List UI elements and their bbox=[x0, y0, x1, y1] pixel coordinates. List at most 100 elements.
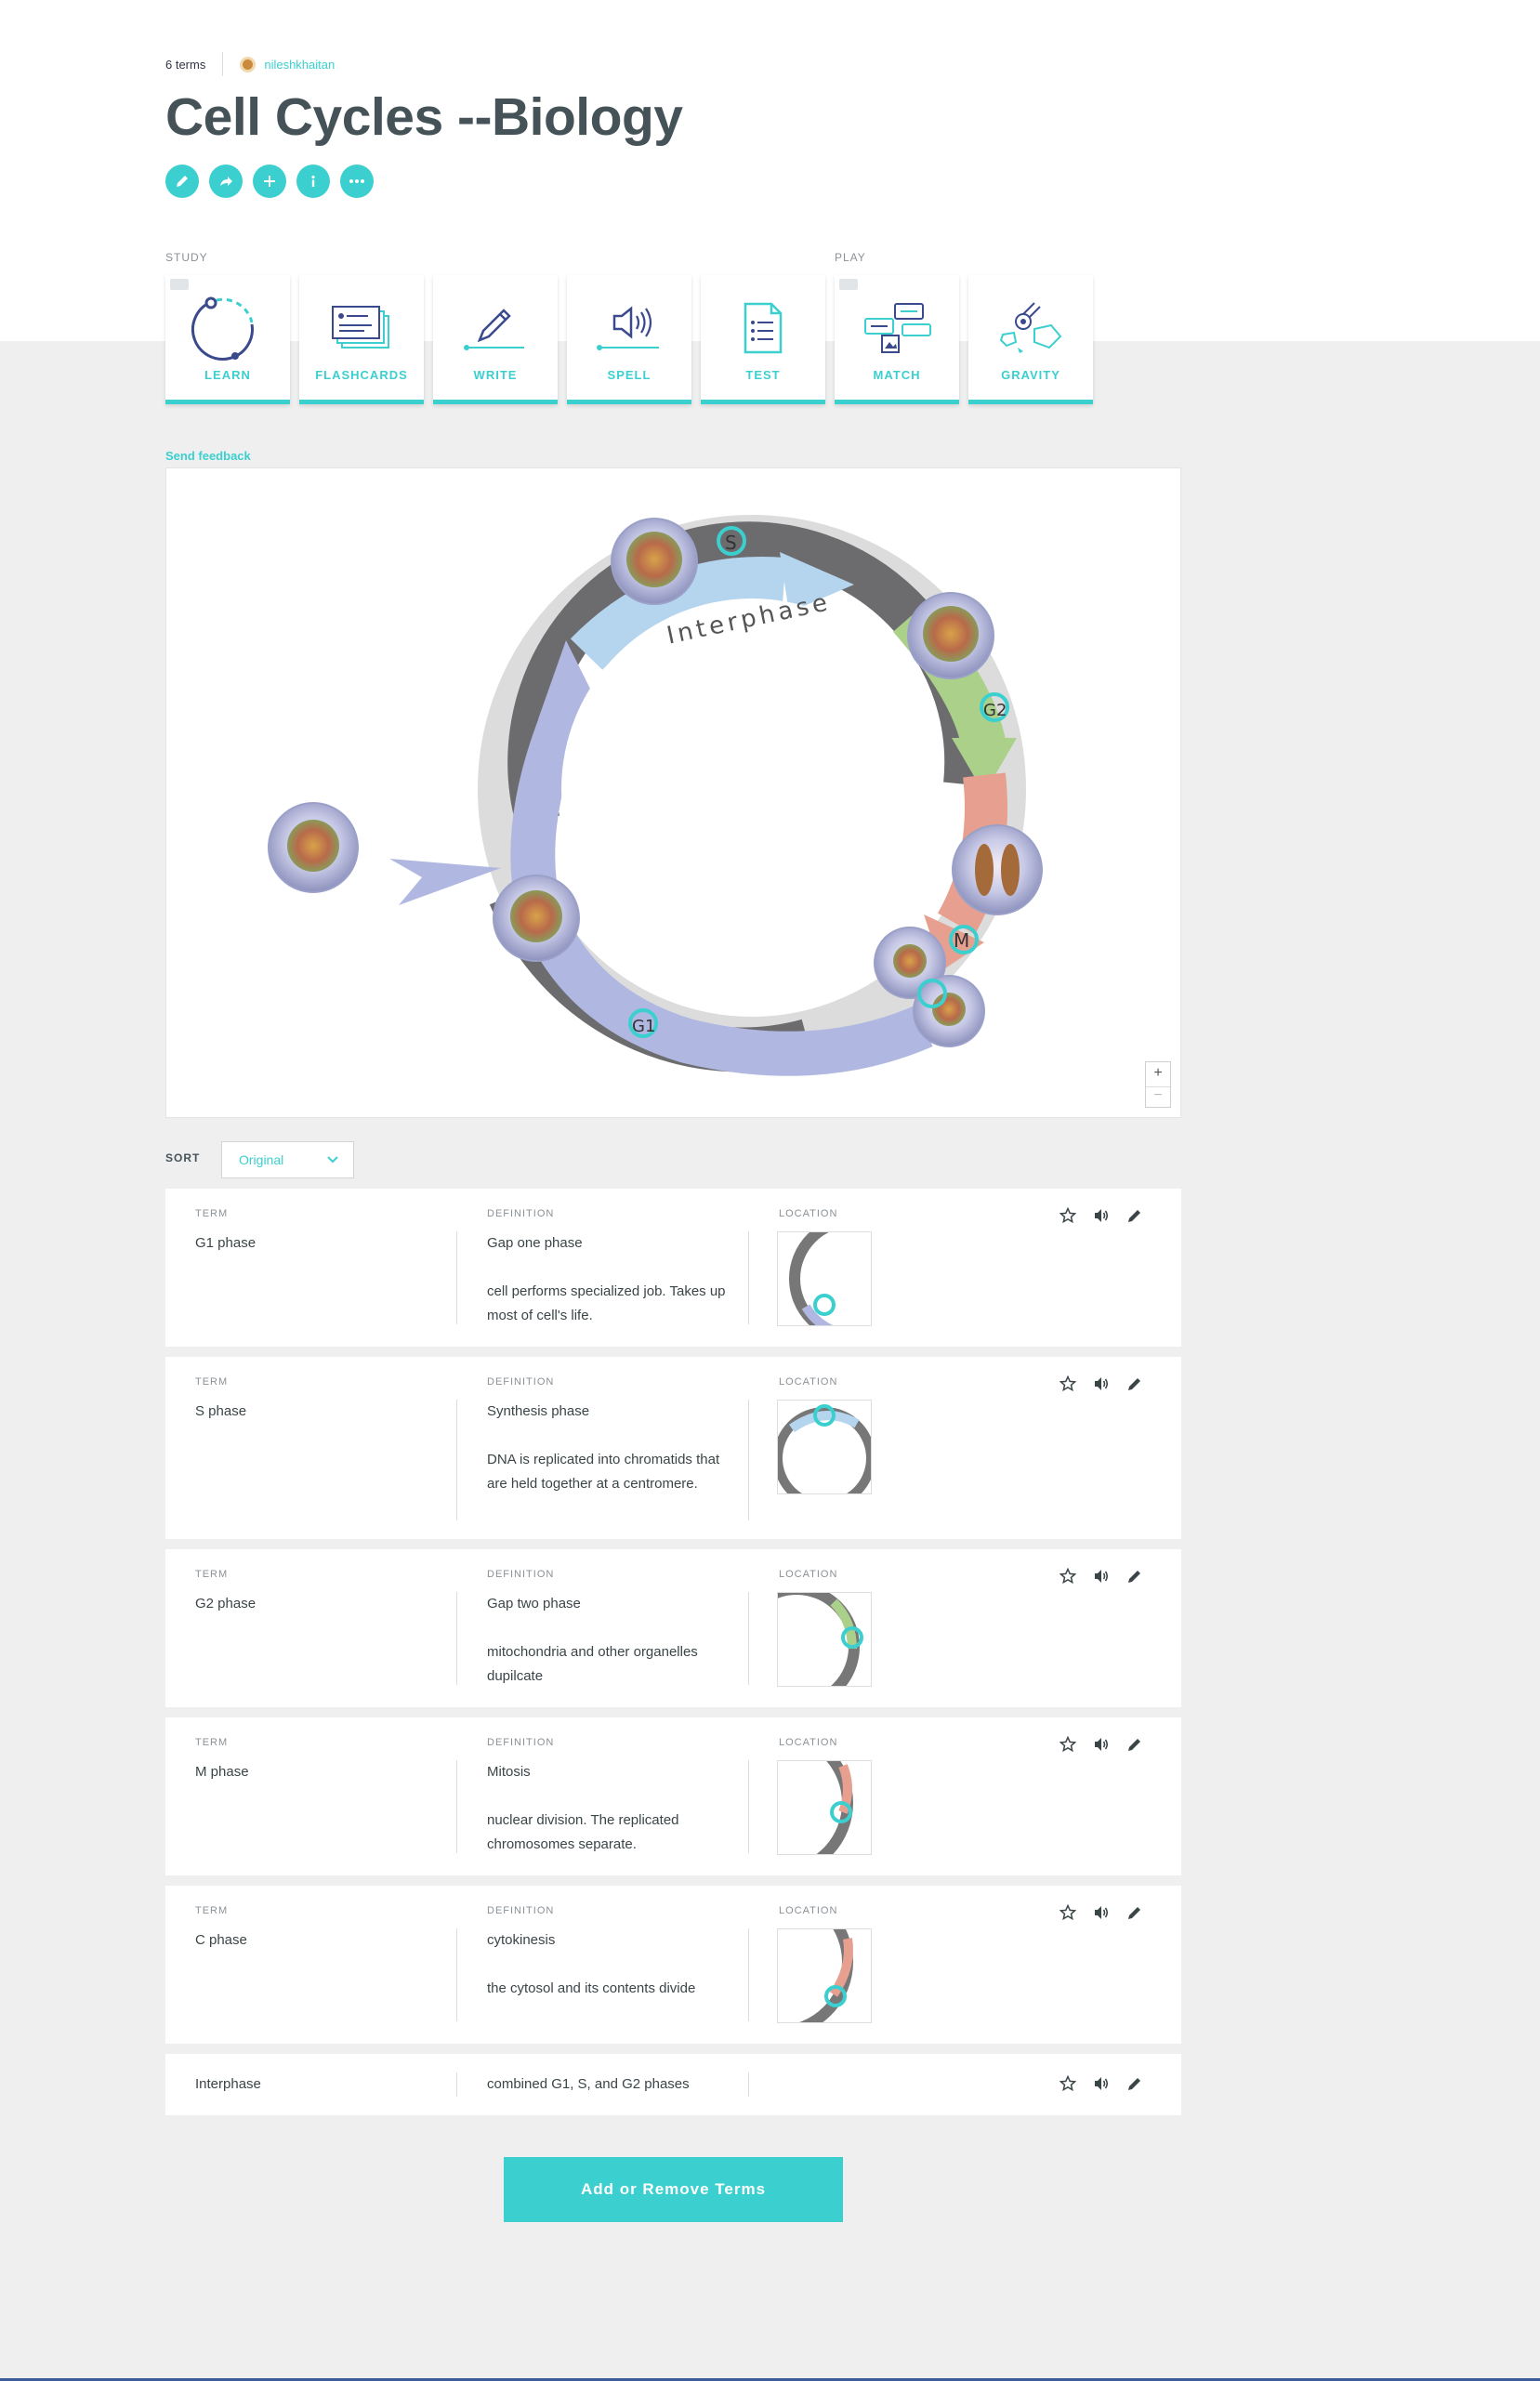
term-actions bbox=[1059, 2074, 1144, 2093]
share-button[interactable] bbox=[209, 164, 243, 198]
chevron-down-icon bbox=[327, 1156, 338, 1164]
mode-spell[interactable]: SPELL bbox=[567, 275, 691, 404]
star-icon[interactable] bbox=[1059, 1735, 1077, 1754]
column-divider bbox=[748, 2072, 749, 2097]
column-divider bbox=[748, 1231, 749, 1324]
mode-label: MATCH bbox=[873, 368, 921, 382]
audio-icon[interactable] bbox=[1092, 1375, 1111, 1393]
audio-icon[interactable] bbox=[1092, 1206, 1111, 1225]
term-text: C phase bbox=[195, 1932, 247, 1948]
avatar[interactable] bbox=[240, 56, 257, 72]
audio-icon[interactable] bbox=[1092, 1735, 1111, 1754]
marker-s: S bbox=[725, 532, 737, 554]
star-icon[interactable] bbox=[1059, 1206, 1077, 1225]
marker-m: M bbox=[954, 929, 969, 952]
study-modes: LEARN FLASHCARDS WRITE SPELL TEST MATCH … bbox=[165, 275, 1093, 404]
definition-text: cytokinesis the cytosol and its contents … bbox=[487, 1932, 696, 1996]
term-card: TERM M phase DEFINITION Mitosis nuclear d… bbox=[165, 1717, 1181, 1875]
more-button[interactable] bbox=[340, 164, 374, 198]
audio-icon[interactable] bbox=[1092, 2074, 1111, 2093]
mode-badge bbox=[170, 279, 189, 290]
audio-icon[interactable] bbox=[1092, 1903, 1111, 1922]
learn-icon bbox=[191, 296, 254, 361]
mode-gravity[interactable]: GRAVITY bbox=[968, 275, 1093, 404]
mode-match[interactable]: MATCH bbox=[835, 275, 959, 404]
term-actions bbox=[1059, 1375, 1144, 1393]
mode-label: SPELL bbox=[607, 368, 652, 382]
cell-cycle-image: Interphase S G2 M G1 bbox=[268, 515, 1043, 1076]
write-icon bbox=[464, 309, 524, 350]
mode-write[interactable]: WRITE bbox=[433, 275, 558, 404]
column-divider bbox=[456, 1231, 457, 1324]
location-column-label: LOCATION bbox=[779, 1208, 838, 1219]
definition-text: Gap two phase mitochondria and other orga… bbox=[487, 1596, 698, 1684]
term-text: M phase bbox=[195, 1764, 249, 1780]
term-column-label: TERM bbox=[195, 1208, 229, 1219]
pencil-icon[interactable] bbox=[1125, 1567, 1144, 1585]
pencil-icon[interactable] bbox=[1125, 1903, 1144, 1922]
term-card: Interphase combined G1, S, and G2 phases bbox=[165, 2054, 1181, 2115]
mode-flashcards[interactable]: FLASHCARDS bbox=[299, 275, 424, 404]
marker-g2: G2 bbox=[983, 701, 1007, 720]
zoom-out-button[interactable]: − bbox=[1146, 1086, 1170, 1104]
zoom-control: + − bbox=[1145, 1061, 1171, 1108]
column-divider bbox=[748, 1928, 749, 2021]
star-icon[interactable] bbox=[1059, 1567, 1077, 1585]
column-divider bbox=[456, 1592, 457, 1685]
location-thumbnail[interactable] bbox=[777, 1760, 872, 1855]
definition-column-label: DEFINITION bbox=[487, 1208, 555, 1219]
term-column-label: TERM bbox=[195, 1905, 229, 1916]
definition-text: Gap one phase cell performs specialized j… bbox=[487, 1235, 726, 1323]
mode-label: LEARN bbox=[204, 368, 251, 382]
send-feedback-link[interactable]: Send feedback bbox=[165, 449, 251, 463]
info-button[interactable] bbox=[296, 164, 330, 198]
location-thumbnail[interactable] bbox=[777, 1400, 872, 1494]
definition-text: Synthesis phase DNA is replicated into ch… bbox=[487, 1403, 720, 1492]
star-icon[interactable] bbox=[1059, 1375, 1077, 1393]
location-thumbnail[interactable] bbox=[777, 1592, 872, 1687]
pencil-icon[interactable] bbox=[1125, 1735, 1144, 1754]
mode-label: FLASHCARDS bbox=[315, 368, 408, 382]
audio-icon[interactable] bbox=[1092, 1567, 1111, 1585]
star-icon[interactable] bbox=[1059, 2074, 1077, 2093]
match-icon bbox=[864, 303, 931, 353]
term-card: TERM C phase DEFINITION cytokinesis the c… bbox=[165, 1886, 1181, 2044]
location-column-label: LOCATION bbox=[779, 1569, 838, 1580]
pencil-icon[interactable] bbox=[1125, 2074, 1144, 2093]
sort-dropdown[interactable]: Original bbox=[221, 1141, 354, 1178]
mode-label: GRAVITY bbox=[1001, 368, 1060, 382]
definition-column-label: DEFINITION bbox=[487, 1905, 555, 1916]
term-actions bbox=[1059, 1903, 1144, 1922]
terms-list: TERM G1 phase DEFINITION Gap one phase ce… bbox=[165, 1189, 1181, 2125]
gravity-icon bbox=[999, 302, 1062, 353]
term-column-label: TERM bbox=[195, 1376, 229, 1388]
term-text: S phase bbox=[195, 1403, 247, 1419]
mode-learn[interactable]: LEARN bbox=[165, 275, 290, 404]
pencil-icon[interactable] bbox=[1125, 1206, 1144, 1225]
star-icon[interactable] bbox=[1059, 1903, 1077, 1922]
speaker-icon bbox=[597, 306, 659, 350]
location-thumbnail[interactable] bbox=[777, 1231, 872, 1326]
set-actions bbox=[165, 164, 374, 198]
cell-cycle-diagram[interactable]: Interphase S G2 M G1 + − bbox=[165, 467, 1181, 1118]
term-card: TERM S phase DEFINITION Synthesis phase D… bbox=[165, 1357, 1181, 1539]
edit-button[interactable] bbox=[165, 164, 199, 198]
add-button[interactable] bbox=[253, 164, 286, 198]
definition-column-label: DEFINITION bbox=[487, 1376, 555, 1388]
column-divider bbox=[456, 1760, 457, 1853]
page-title: Cell Cycles --Biology bbox=[165, 87, 683, 147]
mode-badge bbox=[839, 279, 858, 290]
location-thumbnail[interactable] bbox=[777, 1928, 872, 2023]
location-column-label: LOCATION bbox=[779, 1376, 838, 1388]
column-divider bbox=[748, 1592, 749, 1685]
more-icon bbox=[349, 179, 364, 183]
pencil-icon[interactable] bbox=[1125, 1375, 1144, 1393]
column-divider bbox=[748, 1760, 749, 1853]
mode-test[interactable]: TEST bbox=[701, 275, 825, 404]
definition-text: combined G1, S, and G2 phases bbox=[487, 2076, 690, 2092]
study-label: STUDY bbox=[165, 251, 208, 264]
zoom-in-button[interactable]: + bbox=[1153, 1065, 1162, 1082]
username-link[interactable]: nileshkhaitan bbox=[264, 58, 335, 72]
add-or-remove-terms-button[interactable]: Add or Remove Terms bbox=[504, 2157, 843, 2222]
term-count: 6 terms bbox=[165, 57, 206, 72]
